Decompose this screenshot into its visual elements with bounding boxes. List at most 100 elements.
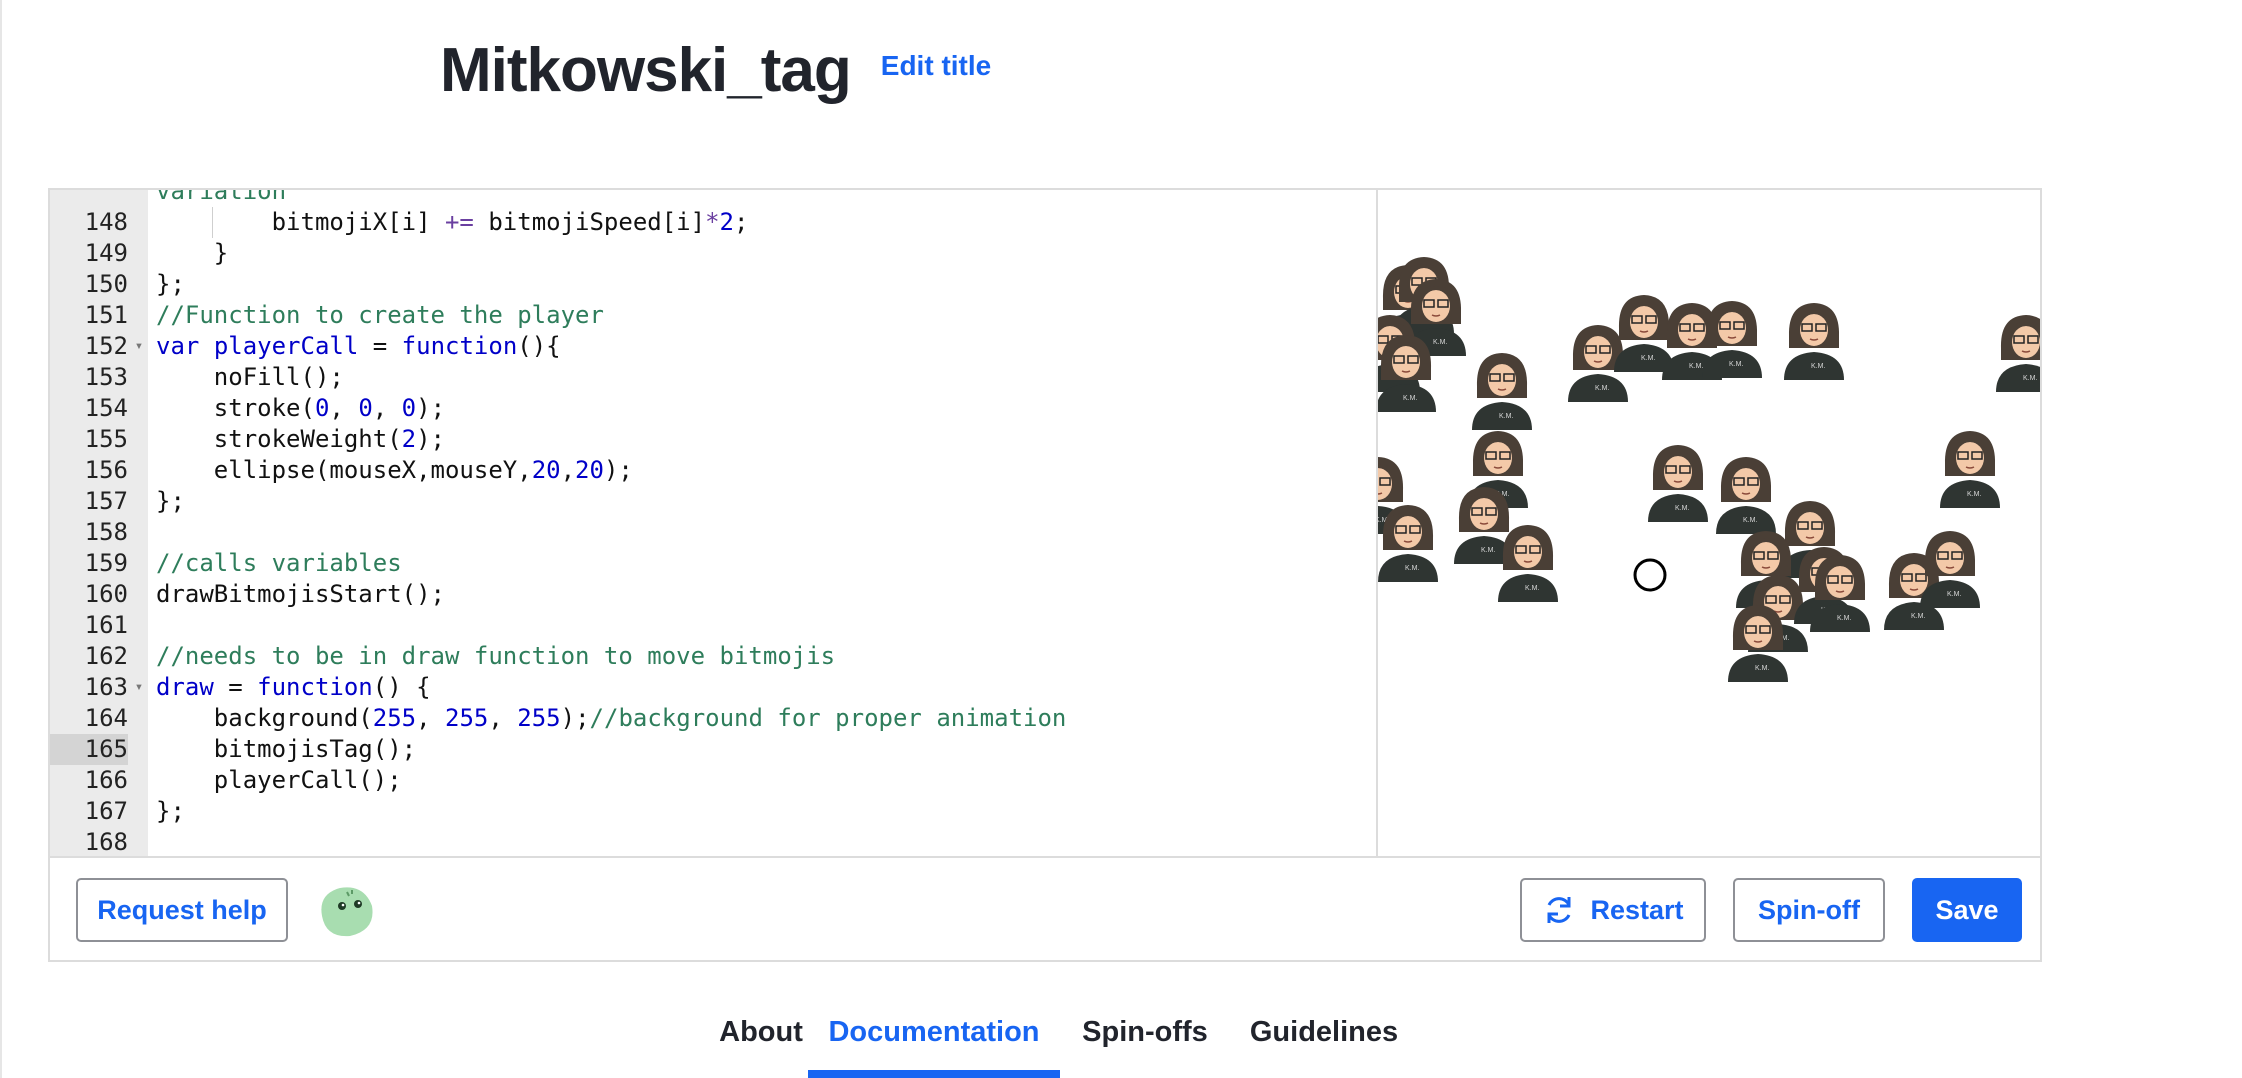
sprite-caption: K.M. [1689,363,1703,370]
title-row: Mitkowski_tag Edit title [440,30,991,110]
tab-documentation[interactable]: Documentation [808,1016,1060,1076]
sprite-caption: K.M. [1499,413,1513,420]
code-line[interactable]: 158 [50,517,1376,548]
editor-toolbar: Request help Restart Spin-off Save [50,856,2040,960]
code-line[interactable]: 148 bitmojiX[i] += bitmojiSpeed[i]*2; [50,207,1376,238]
line-number: 156 [84,456,128,484]
page-left-border [0,0,2,1078]
code-text: //calls variables [156,549,402,577]
line-number: 159 [84,549,128,577]
code-line[interactable]: 164 background(255, 255, 255);//backgrou… [50,703,1376,734]
code-text: stroke(0, 0, 0); [156,394,446,422]
code-editor[interactable]: variation 148 bitmojiX[i] += bitmojiSpeed… [50,190,1376,856]
code-line[interactable]: 150}; [50,269,1376,300]
code-text: }; [156,487,185,515]
tab-about[interactable]: About [700,1016,822,1076]
sprite-caption: K.M. [1675,505,1689,512]
line-number: 153 [84,363,128,391]
code-line[interactable]: 154 stroke(0, 0, 0); [50,393,1376,424]
line-number: 152 [84,332,128,360]
player-cursor-ring [1633,558,1667,592]
code-text: //needs to be in draw function to move b… [156,642,836,670]
line-number: 165 [50,734,128,765]
code-line[interactable]: 151 //Function to create the player [50,300,1376,331]
sprite-caption: K.M. [1729,361,1743,368]
sprite-caption: K.M. [1911,613,1925,620]
sprite-caption: K.M. [1433,339,1447,346]
sprite-caption: K.M. [1595,385,1609,392]
line-number: 157 [84,487,128,515]
code-line[interactable]: 165 bitmojisTag(); [50,734,1376,765]
blob-avatar-icon [321,887,373,937]
code-line[interactable]: 152 ▾ var playerCall = function(){ [50,331,1376,362]
restart-label: Restart [1590,894,1684,925]
line-number: 161 [84,611,128,639]
line-number [50,190,128,207]
code-line[interactable]: 157}; [50,486,1376,517]
code-text: noFill(); [156,363,344,391]
code-line[interactable]: 160 drawBitmojisStart(); [50,579,1376,610]
avatar[interactable] [314,880,378,940]
code-text: } [156,239,229,267]
code-line[interactable]: 168 [50,827,1376,856]
code-text: strokeWeight(2); [156,425,445,453]
output-canvas[interactable]: K.M. K.M. K.M. K.M. K.M. K.M. K.M. K.M. K.M. K.M.… [1378,190,2040,856]
code-line[interactable]: 155 strokeWeight(2); [50,424,1376,455]
code-line[interactable]: 162 //needs to be in draw function to mov… [50,641,1376,672]
code-line[interactable]: variation [50,190,1376,207]
code-text: background(255, 255, 255);//background f… [156,704,1067,732]
edit-title-link[interactable]: Edit title [881,50,991,82]
line-number: 168 [84,828,128,856]
tab-spin-offs[interactable]: Spin-offs [1078,1016,1212,1076]
editor-frame: variation 148 bitmojiX[i] += bitmojiSpeed… [48,188,2042,962]
code-text: ellipse(mouseX,mouseY,20,20); [156,456,633,484]
line-number: 154 [84,394,128,422]
tab-guidelines[interactable]: Guidelines [1248,1016,1400,1076]
fold-arrow-icon[interactable]: ▾ [132,331,146,362]
line-number: 150 [84,270,128,298]
code-text: bitmojisTag(); [156,735,417,763]
line-number: 160 [84,580,128,608]
code-text: draw = function() { [156,673,431,701]
sprite-caption: K.M. [1811,363,1825,370]
line-number: 166 [84,766,128,794]
sprite-caption: K.M. [1641,355,1655,362]
code-text: }; [156,270,185,298]
line-number: 155 [84,425,128,453]
code-line[interactable]: 163 ▾ draw = function() { [50,672,1376,703]
sprite-caption: K.M. [2023,375,2037,382]
save-button[interactable]: Save [1912,878,2022,942]
code-text: variation [156,190,287,205]
code-text: bitmojiX[i] += bitmojiSpeed[i]*2; [156,208,749,236]
line-number: 158 [84,518,128,546]
code-line[interactable]: 153 noFill(); [50,362,1376,393]
sprite-caption: K.M. [1405,565,1419,572]
line-number: 167 [84,797,128,825]
spin-off-button[interactable]: Spin-off [1733,878,1885,942]
line-number: 149 [84,239,128,267]
page-title: Mitkowski_tag [440,35,852,105]
line-number: 148 [84,208,128,236]
fold-arrow-icon[interactable]: ▾ [132,672,146,703]
code-line[interactable]: 167}; [50,796,1376,827]
sprite-caption: K.M. [1755,665,1769,672]
request-help-button[interactable]: Request help [76,878,288,942]
code-line[interactable]: 149 } [50,238,1376,269]
sprite-caption: K.M. [1525,585,1539,592]
code-line[interactable]: 166 playerCall(); [50,765,1376,796]
code-line[interactable]: 156 ellipse(mouseX,mouseY,20,20); [50,455,1376,486]
line-number: 162 [84,642,128,670]
active-tab-indicator [808,1070,1060,1078]
output-scene: K.M. K.M. K.M. K.M. K.M. K.M. K.M. K.M. K.M. K.M.… [1378,256,2040,683]
sprite-caption: K.M. [1837,615,1851,622]
code-text: playerCall(); [156,766,402,794]
sprite-caption: K.M. [1947,591,1961,598]
restart-button[interactable]: Restart [1520,878,1706,942]
restart-icon [1547,897,1571,923]
code-line[interactable]: 159 //calls variables [50,548,1376,579]
code-text: }; [156,797,185,825]
sprite-caption: K.M. [1743,517,1757,524]
sprite-caption: K.M. [1481,547,1495,554]
line-number: 163 [84,673,128,701]
code-line[interactable]: 161 [50,610,1376,641]
